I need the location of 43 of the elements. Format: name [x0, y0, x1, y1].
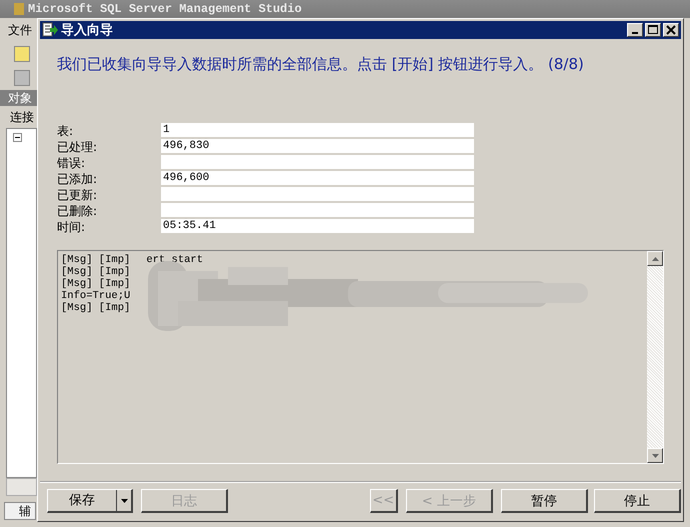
collapse-icon[interactable]: [13, 133, 22, 142]
maximize-button[interactable]: [645, 23, 661, 37]
app-icon: [14, 3, 24, 15]
dialog-button[interactable]: 暂停: [500, 489, 588, 513]
import-wizard-icon: [42, 22, 58, 38]
value-field: 496,830: [161, 139, 474, 153]
scroll-bar[interactable]: [6, 478, 37, 496]
close-button[interactable]: [663, 23, 679, 37]
field-label: 时间:: [57, 219, 86, 235]
dialog-title: 导入向导: [61, 22, 113, 39]
caret-icon: [120, 498, 128, 502]
scroll-down-button[interactable]: [647, 448, 663, 463]
scroll-bar[interactable]: [647, 251, 663, 463]
log-text: ert start: [146, 254, 204, 266]
log-text: [Msg] [Imp]: [61, 266, 130, 278]
value-field: 1: [161, 123, 474, 137]
log-text: Info=True;U: [61, 290, 130, 302]
menu-item[interactable]: 文件: [8, 22, 32, 38]
dialog-button[interactable]: 停止: [594, 489, 681, 513]
minimize-button[interactable]: [627, 23, 643, 37]
value-field: 496,600: [161, 171, 474, 185]
save-button[interactable]: 保存: [47, 489, 134, 513]
close-icon: [666, 25, 676, 35]
field-label: 已删除:: [57, 203, 98, 219]
scroll-up-button[interactable]: [647, 251, 663, 266]
up-arrow-icon: [652, 256, 658, 260]
field-label: 错误:: [57, 155, 86, 171]
field-label: 表:: [57, 123, 74, 139]
log-text: [Msg] [Imp]: [61, 254, 130, 266]
maximize-icon: [648, 25, 658, 35]
log-text: [Msg] [Imp]: [61, 302, 130, 314]
minimize-icon: [632, 32, 638, 34]
bottom-tab[interactable]: 辅: [4, 502, 36, 520]
wizard-heading: 我们已收集向导导入数据时所需的全部信息。点击 [开始] 按钮进行导入。 (8/8): [56, 54, 585, 75]
field-label: 已处理:: [57, 139, 98, 155]
log-text: [Msg] [Imp]: [61, 278, 130, 290]
window-title: Microsoft SQL Server Management Studio: [28, 2, 302, 16]
panel-title: 对象: [0, 90, 37, 106]
down-arrow-icon: [652, 454, 658, 458]
field-label: 已添加:: [57, 171, 98, 187]
connect-label[interactable]: 连接: [10, 108, 34, 126]
field-label: 已更新:: [57, 187, 98, 203]
value-field: 05:35.41: [161, 219, 474, 233]
